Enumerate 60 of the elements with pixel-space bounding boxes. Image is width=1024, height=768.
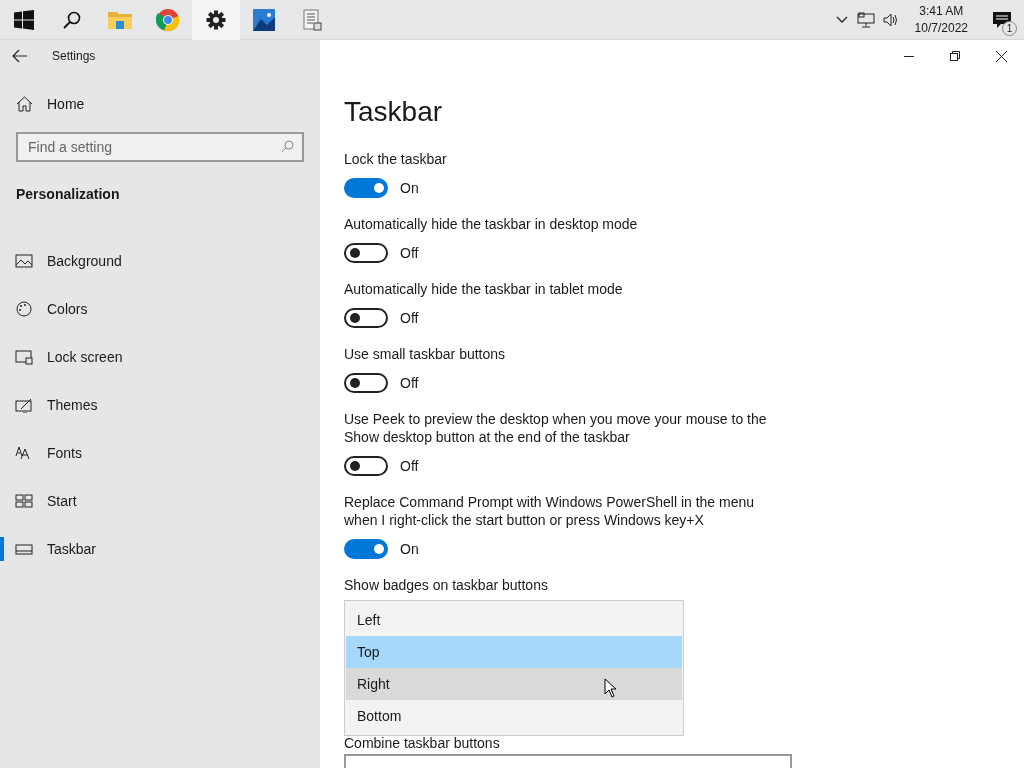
minimize-icon <box>904 55 914 57</box>
toggle-switch[interactable] <box>344 456 388 476</box>
nav-item[interactable]: Start <box>0 477 320 525</box>
setting-label: Use small taskbar buttons <box>344 345 507 363</box>
setting-label: Combine taskbar buttons <box>344 734 501 752</box>
clock[interactable]: 3:41 AM 10/7/2022 <box>912 2 970 37</box>
toggle-state: On <box>400 539 419 559</box>
search-icon <box>62 9 82 30</box>
toggle-switch[interactable] <box>344 373 388 393</box>
taskbar-app-button[interactable] <box>192 0 240 40</box>
search-icon <box>281 140 294 153</box>
close-icon <box>995 50 1007 62</box>
browser-icon <box>156 7 180 32</box>
nav-item[interactable]: Fonts <box>0 429 320 477</box>
toggle-switch[interactable] <box>344 539 388 559</box>
setting-label: Use Peek to preview the desktop when you move your mouse to the Show desktop button at the end of the taskbar <box>344 410 768 446</box>
setting-label: Replace Command Prompt with Windows PowerShell in the menu when I right-click the start button or press Windows key+X <box>344 493 756 529</box>
toggle-state: Off <box>400 373 419 393</box>
taskbar-icon <box>15 541 33 557</box>
volume-icon[interactable] <box>882 12 899 27</box>
palette-icon <box>15 301 33 317</box>
toggle-state: On <box>400 178 419 198</box>
search-field[interactable]: Find a setting <box>16 132 304 162</box>
window-title: Settings <box>52 48 96 65</box>
chevron-up-icon[interactable] <box>835 15 848 24</box>
document-icon <box>302 8 322 31</box>
monitor-brush-icon <box>15 397 33 413</box>
network-icon[interactable] <box>856 11 875 28</box>
toggle-state: Off <box>400 456 419 476</box>
picture-icon <box>15 253 33 269</box>
toggle-switch[interactable] <box>344 308 388 328</box>
dropdown-option[interactable]: Top <box>346 636 682 668</box>
setting-label: Automatically hide the taskbar in desktop mode <box>344 215 639 233</box>
page-title: Taskbar <box>344 95 444 129</box>
home-link[interactable]: Home <box>0 80 320 128</box>
setting-label: Lock the taskbar <box>344 150 448 168</box>
restore-icon <box>950 51 960 61</box>
photos-icon <box>253 8 275 31</box>
dropdown-option[interactable]: Bottom <box>346 700 682 732</box>
nav-item[interactable]: Lock screen <box>0 333 320 381</box>
nav-item[interactable]: Background <box>0 237 320 285</box>
setting-label: Show badges on taskbar buttons <box>344 576 549 594</box>
home-icon <box>16 96 33 112</box>
section-heading: Personalization <box>16 184 120 204</box>
toggle-state: Off <box>400 308 419 328</box>
back-arrow-icon[interactable] <box>12 49 28 63</box>
nav-item[interactable]: Themes <box>0 381 320 429</box>
gear-icon <box>206 9 226 30</box>
toggle-switch[interactable] <box>344 178 388 198</box>
nav-item[interactable]: Colors <box>0 285 320 333</box>
setting-label: Automatically hide the taskbar in tablet mode <box>344 280 624 298</box>
mouse-cursor-icon <box>604 678 617 698</box>
dropdown-option[interactable]: Left <box>346 604 682 636</box>
tiles-icon <box>15 493 33 509</box>
toggle-state: Off <box>400 243 419 263</box>
nav-item[interactable]: Taskbar <box>0 525 320 573</box>
monitor-lock-icon <box>15 349 33 365</box>
windows-logo-icon <box>14 9 34 30</box>
dropdown-option[interactable]: Right <box>346 668 682 700</box>
toggle-switch[interactable] <box>344 243 388 263</box>
